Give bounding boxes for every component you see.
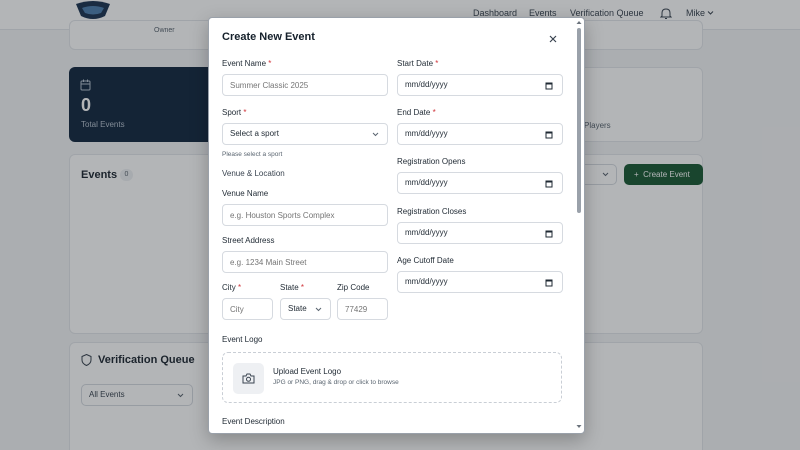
event-name-input[interactable] [222, 74, 388, 96]
end-date-value: mm/dd/yyyy [405, 129, 448, 138]
state-select-value: State [288, 304, 307, 313]
event-logo-dropzone[interactable]: Upload Event Logo JPG or PNG, drag & dro… [222, 352, 562, 403]
sport-validation-hint: Please select a sport [222, 151, 283, 158]
sport-select[interactable]: Select a sport [222, 123, 388, 145]
registration-opens-label: Registration Opens [397, 157, 466, 166]
event-name-label: Event Name * [222, 59, 272, 68]
registration-opens-value: mm/dd/yyyy [405, 178, 448, 187]
scroll-down-arrow-icon[interactable] [576, 424, 582, 429]
city-label: City * [222, 283, 242, 292]
modal-scrollbar-thumb[interactable] [577, 28, 581, 213]
calendar-icon[interactable] [545, 179, 553, 188]
upload-icon-box [233, 363, 264, 394]
upload-title: Upload Event Logo [273, 367, 342, 376]
start-date-label: Start Date * [397, 59, 439, 68]
end-date-input[interactable]: mm/dd/yyyy [397, 123, 563, 145]
venue-section-title: Venue & Location [222, 169, 285, 178]
calendar-icon[interactable] [545, 278, 553, 287]
start-date-value: mm/dd/yyyy [405, 80, 448, 89]
registration-closes-value: mm/dd/yyyy [405, 228, 448, 237]
zip-code-input[interactable] [337, 298, 388, 320]
calendar-icon[interactable] [545, 130, 553, 139]
state-label: State * [280, 283, 305, 292]
age-cutoff-date-value: mm/dd/yyyy [405, 277, 448, 286]
zip-code-label: Zip Code [337, 283, 370, 292]
end-date-label: End Date * [397, 108, 436, 117]
chevron-down-icon [315, 307, 322, 312]
state-select[interactable]: State [280, 298, 331, 320]
age-cutoff-date-input[interactable]: mm/dd/yyyy [397, 271, 563, 293]
chevron-down-icon [372, 132, 379, 137]
age-cutoff-date-label: Age Cutoff Date [397, 256, 454, 265]
registration-closes-label: Registration Closes [397, 207, 467, 216]
venue-name-input[interactable] [222, 204, 388, 226]
start-date-input[interactable]: mm/dd/yyyy [397, 74, 563, 96]
sport-select-value: Select a sport [230, 129, 279, 138]
street-address-label: Street Address [222, 236, 275, 245]
modal-title: Create New Event [222, 31, 315, 43]
registration-closes-input[interactable]: mm/dd/yyyy [397, 222, 563, 244]
registration-opens-input[interactable]: mm/dd/yyyy [397, 172, 563, 194]
sport-label: Sport * [222, 108, 247, 117]
calendar-icon[interactable] [545, 229, 553, 238]
city-input[interactable] [222, 298, 273, 320]
upload-subtitle: JPG or PNG, drag & drop or click to brow… [273, 379, 399, 386]
event-logo-label: Event Logo [222, 335, 263, 344]
venue-name-label: Venue Name [222, 189, 269, 198]
street-address-input[interactable] [222, 251, 388, 273]
create-event-modal: Create New Event Event Name * Sport * Se… [208, 17, 585, 434]
camera-icon [242, 373, 255, 384]
event-description-label: Event Description [222, 417, 285, 426]
scroll-up-arrow-icon[interactable] [576, 20, 582, 25]
calendar-icon[interactable] [545, 81, 553, 90]
close-icon[interactable] [548, 34, 558, 44]
